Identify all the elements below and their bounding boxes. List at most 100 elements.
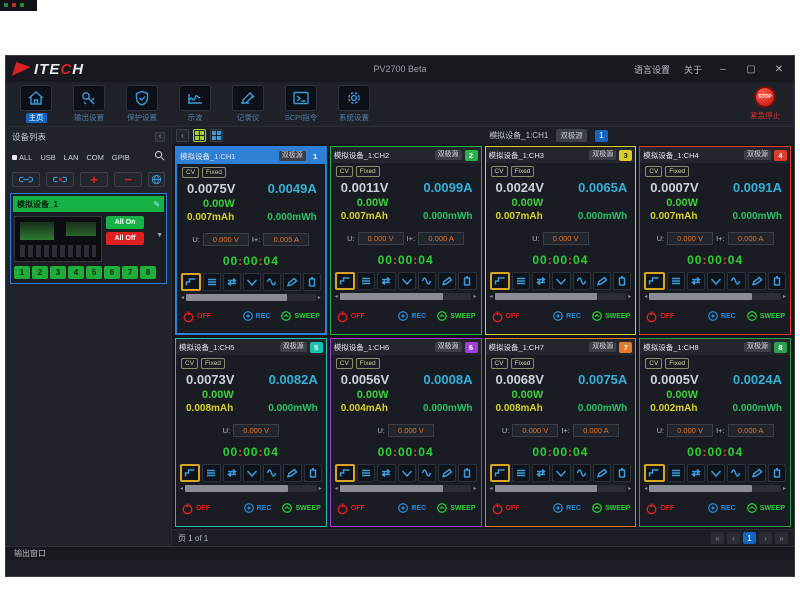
close-button[interactable]: ✕ — [772, 64, 786, 75]
battery-icon[interactable] — [304, 464, 322, 482]
output-off-button[interactable]: OFF — [181, 502, 210, 515]
edit-icon[interactable] — [283, 273, 301, 291]
scrollbar-thumb[interactable] — [340, 293, 443, 300]
output-curve-icon[interactable] — [181, 273, 201, 291]
output-curve-icon[interactable] — [490, 464, 510, 482]
battery-icon[interactable] — [768, 272, 786, 290]
filter-all[interactable]: ALL — [12, 153, 32, 162]
voltage-set-input[interactable]: 0.000 V — [667, 232, 713, 245]
battery-icon[interactable] — [458, 464, 476, 482]
scroll-right-icon[interactable]: ▸ — [318, 294, 321, 301]
scroll-left-icon[interactable]: ◂ — [490, 485, 493, 492]
output-window-bar[interactable]: 输出窗口 — [6, 546, 794, 560]
transfer-icon[interactable] — [377, 272, 395, 290]
channel-card[interactable]: 模拟设备_1:CH3 双极源 3 CV Fixed 0.0024V 0.0065… — [485, 146, 637, 335]
next-page-button[interactable]: › — [759, 532, 772, 544]
filter-com[interactable]: COM — [86, 153, 104, 162]
tools-scrollbar[interactable]: ◂ ▸ — [640, 290, 790, 300]
valley-icon[interactable] — [398, 272, 416, 290]
wave-icon[interactable] — [263, 464, 281, 482]
toolbar-item-recorder[interactable]: 记录仪 — [226, 85, 270, 123]
filter-usb[interactable]: USB — [40, 153, 55, 162]
output-off-button[interactable]: OFF — [336, 310, 365, 323]
voltage-set-input[interactable]: 0.000 V — [512, 424, 558, 437]
sweep-button[interactable]: SWEEP — [746, 502, 785, 514]
current-set-input[interactable]: 0.005 A — [263, 233, 309, 246]
current-set-input[interactable]: 0.000 A — [728, 424, 774, 437]
wave-icon[interactable] — [727, 272, 745, 290]
disconnect-icon[interactable] — [46, 172, 74, 187]
scroll-right-icon[interactable]: ▸ — [628, 293, 631, 300]
output-off-button[interactable]: OFF — [491, 310, 520, 323]
sweep-button[interactable]: SWEEP — [436, 502, 475, 514]
transfer-icon[interactable] — [687, 464, 705, 482]
output-curve-icon[interactable] — [644, 272, 664, 290]
scrollbar-thumb[interactable] — [186, 294, 287, 301]
edit-icon[interactable] — [593, 272, 611, 290]
all-off-button[interactable]: All Off — [106, 232, 144, 245]
transfer-icon[interactable] — [223, 273, 241, 291]
edit-device-icon[interactable]: ✎ — [153, 200, 160, 209]
current-set-input[interactable]: 0.000 A — [418, 232, 464, 245]
search-icon[interactable] — [154, 148, 165, 166]
all-on-button[interactable]: All On — [106, 216, 144, 229]
tools-scrollbar[interactable]: ◂ ▸ — [176, 482, 326, 492]
scrollbar-thumb[interactable] — [495, 293, 598, 300]
tools-scrollbar[interactable]: ◂ ▸ — [640, 482, 790, 492]
channel-card[interactable]: 模拟设备_1:CH1 双极源 1 CV Fixed 0.0075V 0.0049… — [175, 146, 327, 335]
valley-icon[interactable] — [243, 464, 261, 482]
scrollbar-thumb[interactable] — [340, 485, 443, 492]
valley-icon[interactable] — [398, 464, 416, 482]
device-expand-caret[interactable]: ▼ — [156, 232, 163, 239]
last-page-button[interactable]: » — [775, 532, 788, 544]
device-channel-button-6[interactable]: 6 — [104, 266, 120, 279]
voltage-set-input[interactable]: 0.000 V — [203, 233, 249, 246]
voltage-set-input[interactable]: 0.000 V — [358, 232, 404, 245]
valley-icon[interactable] — [243, 273, 261, 291]
tools-scrollbar[interactable]: ◂ ▸ — [486, 482, 636, 492]
channel-card[interactable]: 模拟设备_1:CH2 双极源 2 CV Fixed 0.0011V 0.0099… — [330, 146, 482, 335]
first-page-button[interactable]: « — [711, 532, 724, 544]
remove-device-button[interactable]: − — [114, 172, 142, 187]
valley-icon[interactable] — [707, 272, 725, 290]
scroll-left-icon[interactable]: ◂ — [180, 485, 183, 492]
toolbar-item-output-settings[interactable]: 输出设置 — [67, 85, 111, 123]
scrollbar-thumb[interactable] — [495, 485, 598, 492]
voltage-set-input[interactable]: 0.000 V — [667, 424, 713, 437]
edit-icon[interactable] — [438, 272, 456, 290]
current-set-input[interactable]: 0.000 A — [728, 232, 774, 245]
record-button[interactable]: REC — [552, 502, 581, 514]
channel-card[interactable]: 模拟设备_1:CH6 双极源 6 CV Fixed 0.0056V 0.0008… — [330, 338, 482, 527]
wave-icon[interactable] — [727, 464, 745, 482]
record-button[interactable]: REC — [243, 502, 272, 514]
language-settings-menu[interactable]: 语言设置 — [634, 63, 670, 76]
scroll-right-icon[interactable]: ▸ — [783, 293, 786, 300]
sweep-button[interactable]: SWEEP — [591, 310, 630, 322]
device-channel-button-7[interactable]: 7 — [122, 266, 138, 279]
list-icon[interactable] — [357, 272, 375, 290]
battery-icon[interactable] — [613, 464, 631, 482]
output-curve-icon[interactable] — [335, 464, 355, 482]
device-channel-button-8[interactable]: 8 — [140, 266, 156, 279]
output-off-button[interactable]: OFF — [645, 310, 674, 323]
scroll-left-icon[interactable]: ◂ — [181, 294, 184, 301]
collapse-sidebar-button[interactable]: ‹ — [176, 129, 189, 142]
valley-icon[interactable] — [552, 464, 570, 482]
sweep-button[interactable]: SWEEP — [436, 310, 475, 322]
toolbar-item-system-settings[interactable]: 系统设置 — [332, 85, 376, 123]
tools-scrollbar[interactable]: ◂ ▸ — [331, 482, 481, 492]
output-off-button[interactable]: OFF — [491, 502, 520, 515]
transfer-icon[interactable] — [223, 464, 241, 482]
scroll-right-icon[interactable]: ▸ — [783, 485, 786, 492]
output-off-button[interactable]: OFF — [182, 310, 211, 323]
scrollbar-thumb[interactable] — [649, 485, 752, 492]
channel-card[interactable]: 模拟设备_1:CH7 双极源 7 CV Fixed 0.0068V 0.0075… — [485, 338, 637, 527]
record-button[interactable]: REC — [552, 310, 581, 322]
network-icon[interactable] — [148, 172, 165, 187]
wave-icon[interactable] — [418, 464, 436, 482]
wave-icon[interactable] — [418, 272, 436, 290]
record-button[interactable]: REC — [707, 310, 736, 322]
valley-icon[interactable] — [707, 464, 725, 482]
sweep-button[interactable]: SWEEP — [281, 502, 320, 514]
list-icon[interactable] — [667, 464, 685, 482]
